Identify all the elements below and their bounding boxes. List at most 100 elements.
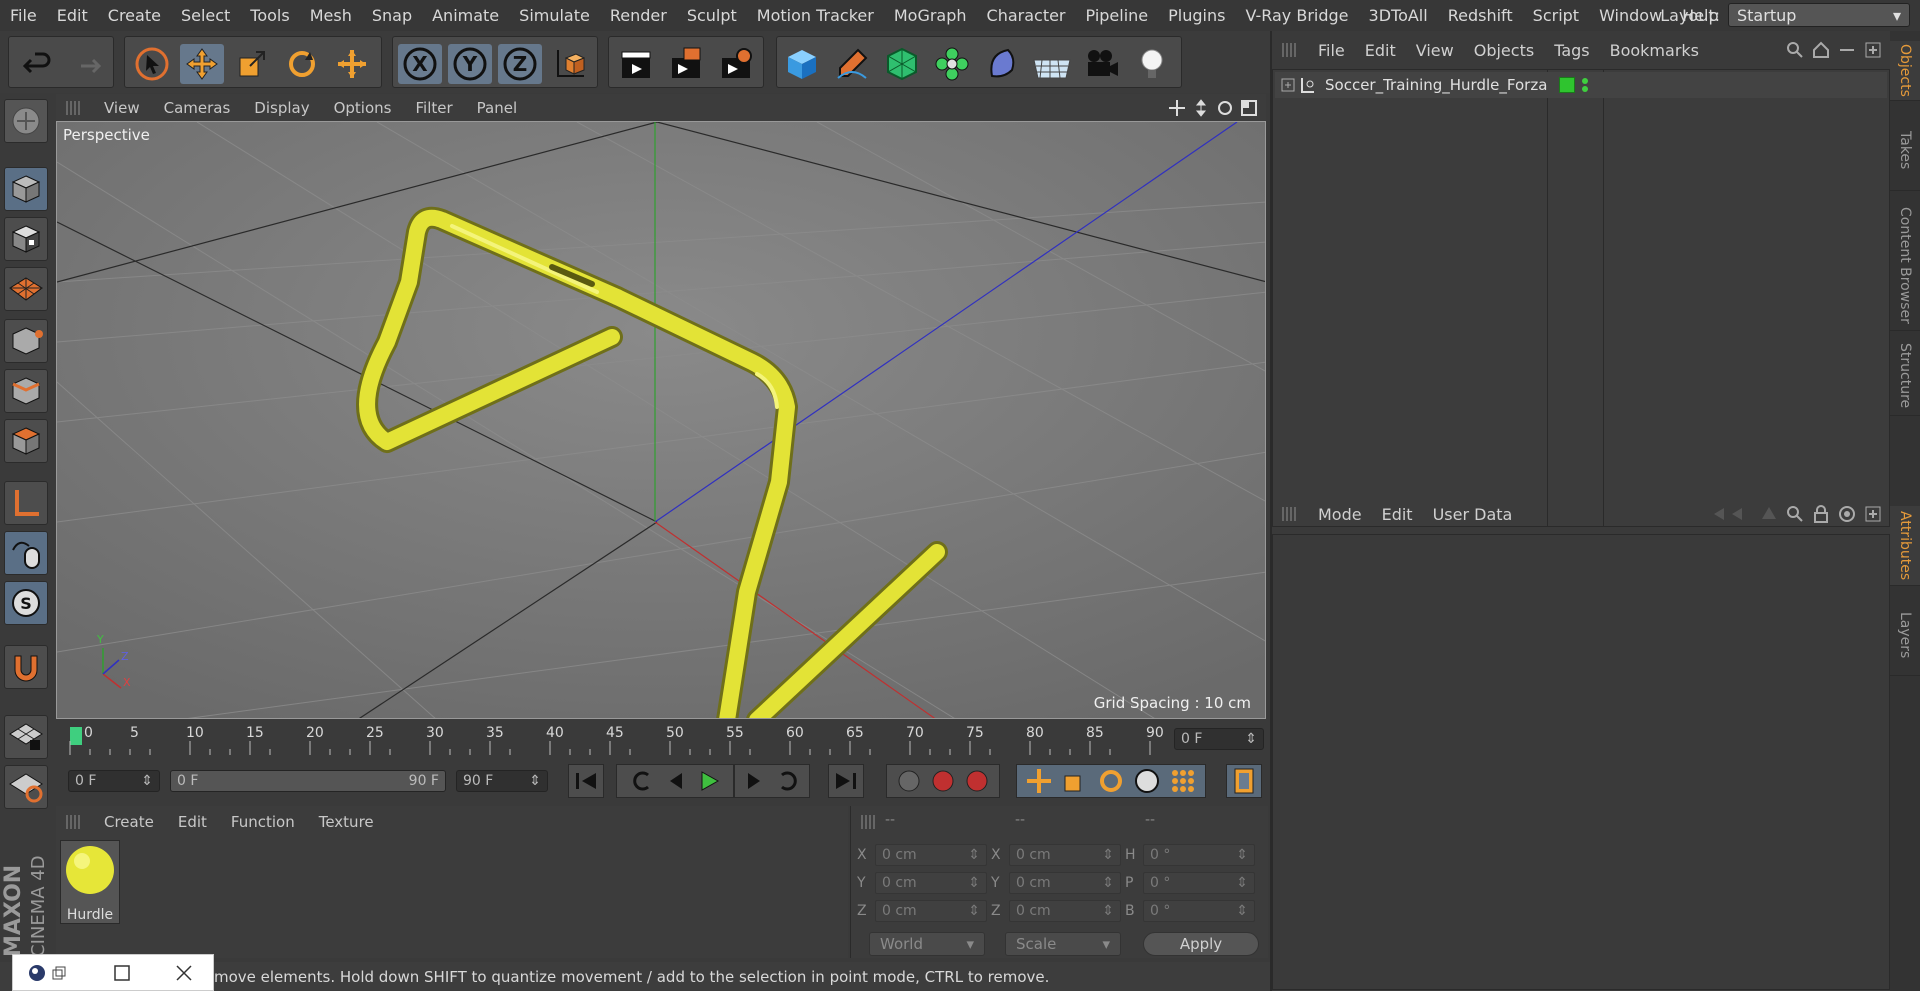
material-menu-edit[interactable]: Edit <box>166 813 219 831</box>
menu-mograph[interactable]: MoGraph <box>884 6 977 25</box>
viewport-menu-view[interactable]: View <box>92 99 152 117</box>
floor-button[interactable] <box>1030 44 1074 84</box>
end-frame-field[interactable]: 90 F ⇕ <box>456 770 548 792</box>
menu-3dtoall[interactable]: 3DToAll <box>1359 6 1438 25</box>
keyframe-help-icon[interactable] <box>964 768 990 794</box>
rotation-b-field[interactable]: 0 ° ⇕ <box>1143 900 1255 922</box>
om-menu-view[interactable]: View <box>1406 41 1464 60</box>
material-menu-create[interactable]: Create <box>92 813 166 831</box>
object-name[interactable]: Soccer_Training_Hurdle_Forza <box>1325 76 1551 94</box>
menu-character[interactable]: Character <box>977 6 1076 25</box>
solo-mode-button[interactable]: S <box>4 581 48 625</box>
search-icon[interactable] <box>1786 505 1804 523</box>
axis-y-button[interactable]: Y <box>448 44 492 84</box>
viewport-menu-filter[interactable]: Filter <box>403 99 464 117</box>
redo-button[interactable] <box>65 44 109 84</box>
rotate-tool-button[interactable] <box>280 44 324 84</box>
play-icon[interactable] <box>698 770 720 792</box>
tab-takes[interactable]: Takes <box>1890 111 1920 191</box>
axis-z-button[interactable]: Z <box>498 44 542 84</box>
panel-grip[interactable] <box>66 815 80 829</box>
key-scale-icon[interactable] <box>1062 768 1088 794</box>
coordinate-system-button[interactable] <box>548 44 592 84</box>
zoom-view-icon[interactable] <box>1192 99 1210 117</box>
workplane-rotate-button[interactable] <box>4 765 48 809</box>
menu-animate[interactable]: Animate <box>422 6 509 25</box>
menu-redshift[interactable]: Redshift <box>1438 6 1523 25</box>
transform-tool-button[interactable] <box>330 44 374 84</box>
search-icon[interactable] <box>1786 41 1804 59</box>
attr-menu-mode[interactable]: Mode <box>1308 505 1372 524</box>
move-tool-button[interactable] <box>180 44 224 84</box>
position-x-field[interactable]: 0 cm ⇕ <box>875 844 987 866</box>
viewport-menu-panel[interactable]: Panel <box>465 99 529 117</box>
tab-attributes[interactable]: Attributes <box>1890 506 1920 586</box>
coordinate-mode-select[interactable]: Scale ▾ <box>1005 932 1121 956</box>
go-to-start-button[interactable] <box>568 764 604 798</box>
om-menu-file[interactable]: File <box>1308 41 1355 60</box>
select-tool-button[interactable] <box>130 44 174 84</box>
material-menu-texture[interactable]: Texture <box>307 813 386 831</box>
cloner-button[interactable] <box>930 44 974 84</box>
camera-button[interactable] <box>1080 44 1124 84</box>
viewport-menu-cameras[interactable]: Cameras <box>152 99 243 117</box>
tab-layers[interactable]: Layers <box>1890 596 1920 676</box>
size-x-field[interactable]: 0 cm ⇕ <box>1009 844 1121 866</box>
perspective-viewport[interactable]: Perspective Y Z X Grid Spacing : 10 cm <box>56 121 1266 719</box>
workplane-mode-button[interactable] <box>4 267 48 311</box>
polygons-mode-button[interactable] <box>4 419 48 463</box>
apply-button[interactable]: Apply <box>1143 932 1259 956</box>
viewport-menu-display[interactable]: Display <box>242 99 321 117</box>
pen-button[interactable] <box>830 44 874 84</box>
panel-grip[interactable] <box>1282 507 1296 521</box>
previous-frame-icon[interactable] <box>666 771 686 791</box>
tab-structure[interactable]: Structure <box>1890 336 1920 416</box>
model-mode-button[interactable] <box>4 167 48 211</box>
timeline-ruler[interactable]: 0 5 10 15 20 25 30 35 40 45 50 55 60 65 … <box>56 721 1266 757</box>
material-menu-function[interactable]: Function <box>219 813 307 831</box>
menu-script[interactable]: Script <box>1523 6 1589 25</box>
om-menu-bookmarks[interactable]: Bookmarks <box>1600 41 1709 60</box>
menu-sculpt[interactable]: Sculpt <box>677 6 747 25</box>
axis-mode-button[interactable] <box>4 481 48 525</box>
home-icon[interactable] <box>1812 41 1830 59</box>
attr-menu-edit[interactable]: Edit <box>1372 505 1423 524</box>
key-pla-icon[interactable] <box>1170 768 1196 794</box>
size-z-field[interactable]: 0 cm ⇕ <box>1009 900 1121 922</box>
menu-mesh[interactable]: Mesh <box>300 6 362 25</box>
up-arrow-icon[interactable] <box>1760 505 1778 523</box>
restore-window-icon[interactable] <box>51 965 67 981</box>
app-icon[interactable] <box>27 963 47 983</box>
menu-motion-tracker[interactable]: Motion Tracker <box>747 6 884 25</box>
make-editable-button[interactable] <box>4 99 48 143</box>
rotation-p-field[interactable]: 0 ° ⇕ <box>1143 872 1255 894</box>
texture-mode-button[interactable] <box>4 217 48 261</box>
previous-key-icon[interactable] <box>630 769 654 793</box>
back-arrow-icon[interactable] <box>1712 505 1752 523</box>
rotation-h-field[interactable]: 0 ° ⇕ <box>1143 844 1255 866</box>
menu-file[interactable]: File <box>0 6 47 25</box>
maximize-window-icon[interactable] <box>113 964 131 982</box>
panel-grip[interactable] <box>861 815 875 829</box>
panel-grip[interactable] <box>66 101 80 115</box>
target-icon[interactable] <box>1838 505 1856 523</box>
start-frame-field[interactable]: 0 F ⇕ <box>68 770 160 792</box>
undo-button[interactable] <box>15 44 59 84</box>
subdivision-button[interactable] <box>880 44 924 84</box>
menu-pipeline[interactable]: Pipeline <box>1076 6 1159 25</box>
object-row[interactable]: Soccer_Training_Hurdle_Forza <box>1275 72 1887 98</box>
go-to-end-button[interactable] <box>828 764 864 798</box>
menu-select[interactable]: Select <box>171 6 240 25</box>
close-window-icon[interactable] <box>175 964 193 982</box>
pan-view-icon[interactable] <box>1168 99 1186 117</box>
scale-tool-button[interactable] <box>230 44 274 84</box>
layer-color-swatch[interactable] <box>1559 77 1575 93</box>
menu-snap[interactable]: Snap <box>362 6 422 25</box>
light-button[interactable] <box>1130 44 1174 84</box>
material-swatch[interactable]: Hurdle <box>60 840 120 924</box>
frame-range-slider[interactable]: 0 F 90 F <box>170 770 446 792</box>
visibility-dots-icon[interactable] <box>1581 76 1589 94</box>
om-menu-edit[interactable]: Edit <box>1355 41 1406 60</box>
axis-x-button[interactable]: X <box>398 44 442 84</box>
cube-button[interactable] <box>780 44 824 84</box>
